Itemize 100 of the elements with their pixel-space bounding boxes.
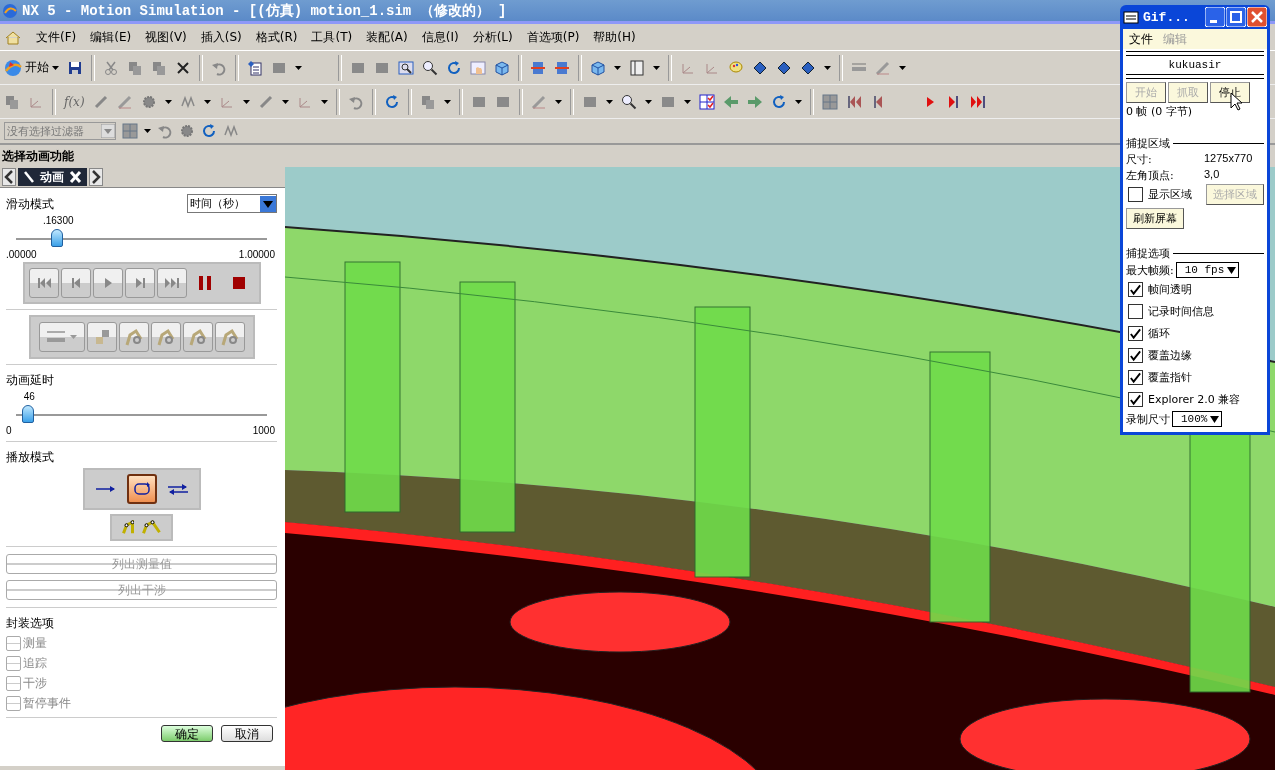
max-fps-dropdown[interactable]: 10 fps [1175, 262, 1240, 278]
menu-item[interactable]: 插入(S) [200, 28, 242, 46]
arrow-right-icon[interactable] [746, 93, 763, 110]
caret-icon[interactable] [443, 99, 451, 104]
diamond-icon[interactable] [776, 59, 792, 76]
start-button[interactable]: 开始 [4, 58, 59, 77]
caret-icon[interactable] [281, 99, 289, 104]
checkbox[interactable] [1128, 304, 1143, 319]
caret-icon[interactable] [794, 99, 802, 104]
grid-icon[interactable] [821, 93, 838, 110]
checkbox[interactable] [1128, 282, 1143, 297]
menu-item[interactable]: 分析(L) [472, 28, 513, 46]
linkage-button[interactable] [122, 520, 134, 535]
checkbox-label[interactable]: 显示区域 [1148, 187, 1192, 202]
arrow-left-icon[interactable] [722, 93, 739, 110]
caret-icon[interactable] [295, 65, 302, 70]
caret-icon[interactable] [683, 99, 691, 104]
checkbox-label[interactable]: 记录时间信息 [1148, 304, 1214, 319]
rotate-icon[interactable] [383, 93, 400, 110]
caret-icon[interactable] [144, 129, 151, 133]
pages-icon[interactable] [127, 59, 143, 76]
record-size-dropdown[interactable]: 100% [1172, 411, 1223, 427]
menu-item[interactable]: 格式(R) [255, 28, 298, 46]
diamond-icon[interactable] [800, 59, 816, 76]
caret-icon[interactable] [605, 99, 613, 104]
step-forward-button[interactable] [124, 268, 155, 298]
caret-icon[interactable] [320, 99, 328, 104]
menu-item[interactable]: 文件(F) [36, 28, 77, 46]
caret-icon[interactable] [242, 99, 250, 104]
cross-icon[interactable] [175, 59, 191, 76]
cube-icon[interactable] [494, 59, 510, 76]
skip-forward-icon[interactable] [969, 93, 986, 110]
arm-button[interactable] [150, 322, 181, 352]
angle-icon[interactable] [530, 93, 547, 110]
pages-icon[interactable] [151, 59, 167, 76]
caret-icon[interactable] [614, 65, 621, 70]
menu-item[interactable]: 编辑(E) [90, 28, 132, 46]
gear-icon[interactable] [140, 93, 157, 110]
caret-icon[interactable] [203, 99, 211, 104]
pencil-icon[interactable] [92, 93, 109, 110]
checkbox[interactable] [1128, 326, 1143, 341]
caret-icon[interactable] [554, 99, 562, 104]
checkbox-label[interactable]: 帧间透明 [1148, 282, 1192, 297]
play-button[interactable] [92, 268, 123, 298]
floppy-icon[interactable] [67, 59, 83, 76]
menu-item[interactable]: 工具(T) [311, 28, 353, 46]
cancel-button[interactable]: 取消 [221, 725, 273, 742]
function-button[interactable]: f(x) [64, 94, 85, 109]
refresh-screen-button[interactable]: 刷新屏幕 [1126, 208, 1184, 229]
angle-icon[interactable] [875, 59, 891, 76]
gear-icon[interactable] [179, 123, 195, 139]
zoom-fit-icon[interactable] [398, 59, 414, 76]
rotate-icon[interactable] [201, 123, 217, 139]
ok-button[interactable]: 确定 [161, 725, 213, 742]
checkbox-label[interactable]: Explorer 2.0 兼容 [1148, 392, 1241, 407]
diamond-icon[interactable] [752, 59, 768, 76]
arm-button[interactable] [118, 322, 149, 352]
cube-icon[interactable] [590, 59, 606, 76]
menu-item[interactable]: 帮助(H) [593, 28, 636, 46]
slider-thumb[interactable] [50, 229, 63, 247]
caret-icon[interactable] [164, 99, 172, 104]
angle-icon[interactable] [116, 93, 133, 110]
trace-button[interactable] [86, 322, 117, 352]
magnifier-icon[interactable] [620, 93, 637, 110]
minimize-icon[interactable] [1205, 7, 1225, 27]
magnifier-icon[interactable] [422, 59, 438, 76]
caret-icon[interactable] [653, 65, 660, 70]
palette-icon[interactable] [728, 59, 744, 76]
menu-item[interactable]: 文件 [1129, 31, 1153, 47]
page-icon[interactable] [629, 59, 645, 76]
rotate-icon[interactable] [446, 59, 462, 76]
checkbox-label[interactable]: 循环 [1148, 326, 1170, 341]
play-mode-button[interactable] [126, 474, 157, 504]
pages-icon[interactable] [419, 93, 436, 110]
checkbox-label[interactable]: 覆盖边缘 [1148, 348, 1192, 363]
panel-tab[interactable]: 动画 [18, 168, 87, 186]
checklist-icon[interactable] [698, 93, 715, 110]
fast-forward-button[interactable] [156, 268, 187, 298]
stop-icon[interactable] [230, 275, 247, 291]
checkbox[interactable] [1128, 392, 1143, 407]
slider-thumb[interactable] [21, 405, 34, 423]
linkage-button[interactable] [142, 520, 161, 535]
blocks-icon[interactable] [530, 59, 546, 76]
menu-item[interactable]: 首选项(P) [526, 28, 580, 46]
scissors-icon[interactable] [103, 59, 119, 76]
rotate-icon[interactable] [770, 93, 787, 110]
caret-icon[interactable] [644, 99, 652, 104]
checkbox[interactable] [1128, 187, 1143, 202]
measure-button[interactable] [38, 322, 85, 352]
close-icon[interactable] [1247, 7, 1267, 27]
list-icon[interactable] [247, 59, 263, 76]
caret-icon[interactable] [824, 65, 831, 70]
hand-icon[interactable] [470, 59, 486, 76]
checkbox[interactable] [1128, 348, 1143, 363]
menu-item[interactable]: 装配(A) [366, 28, 408, 46]
pause-icon[interactable] [196, 275, 213, 291]
undo-icon[interactable] [157, 123, 173, 139]
rewind-button[interactable] [28, 268, 59, 298]
spring-icon[interactable] [223, 123, 239, 139]
time-unit-dropdown[interactable]: 时间（秒） [187, 194, 277, 213]
